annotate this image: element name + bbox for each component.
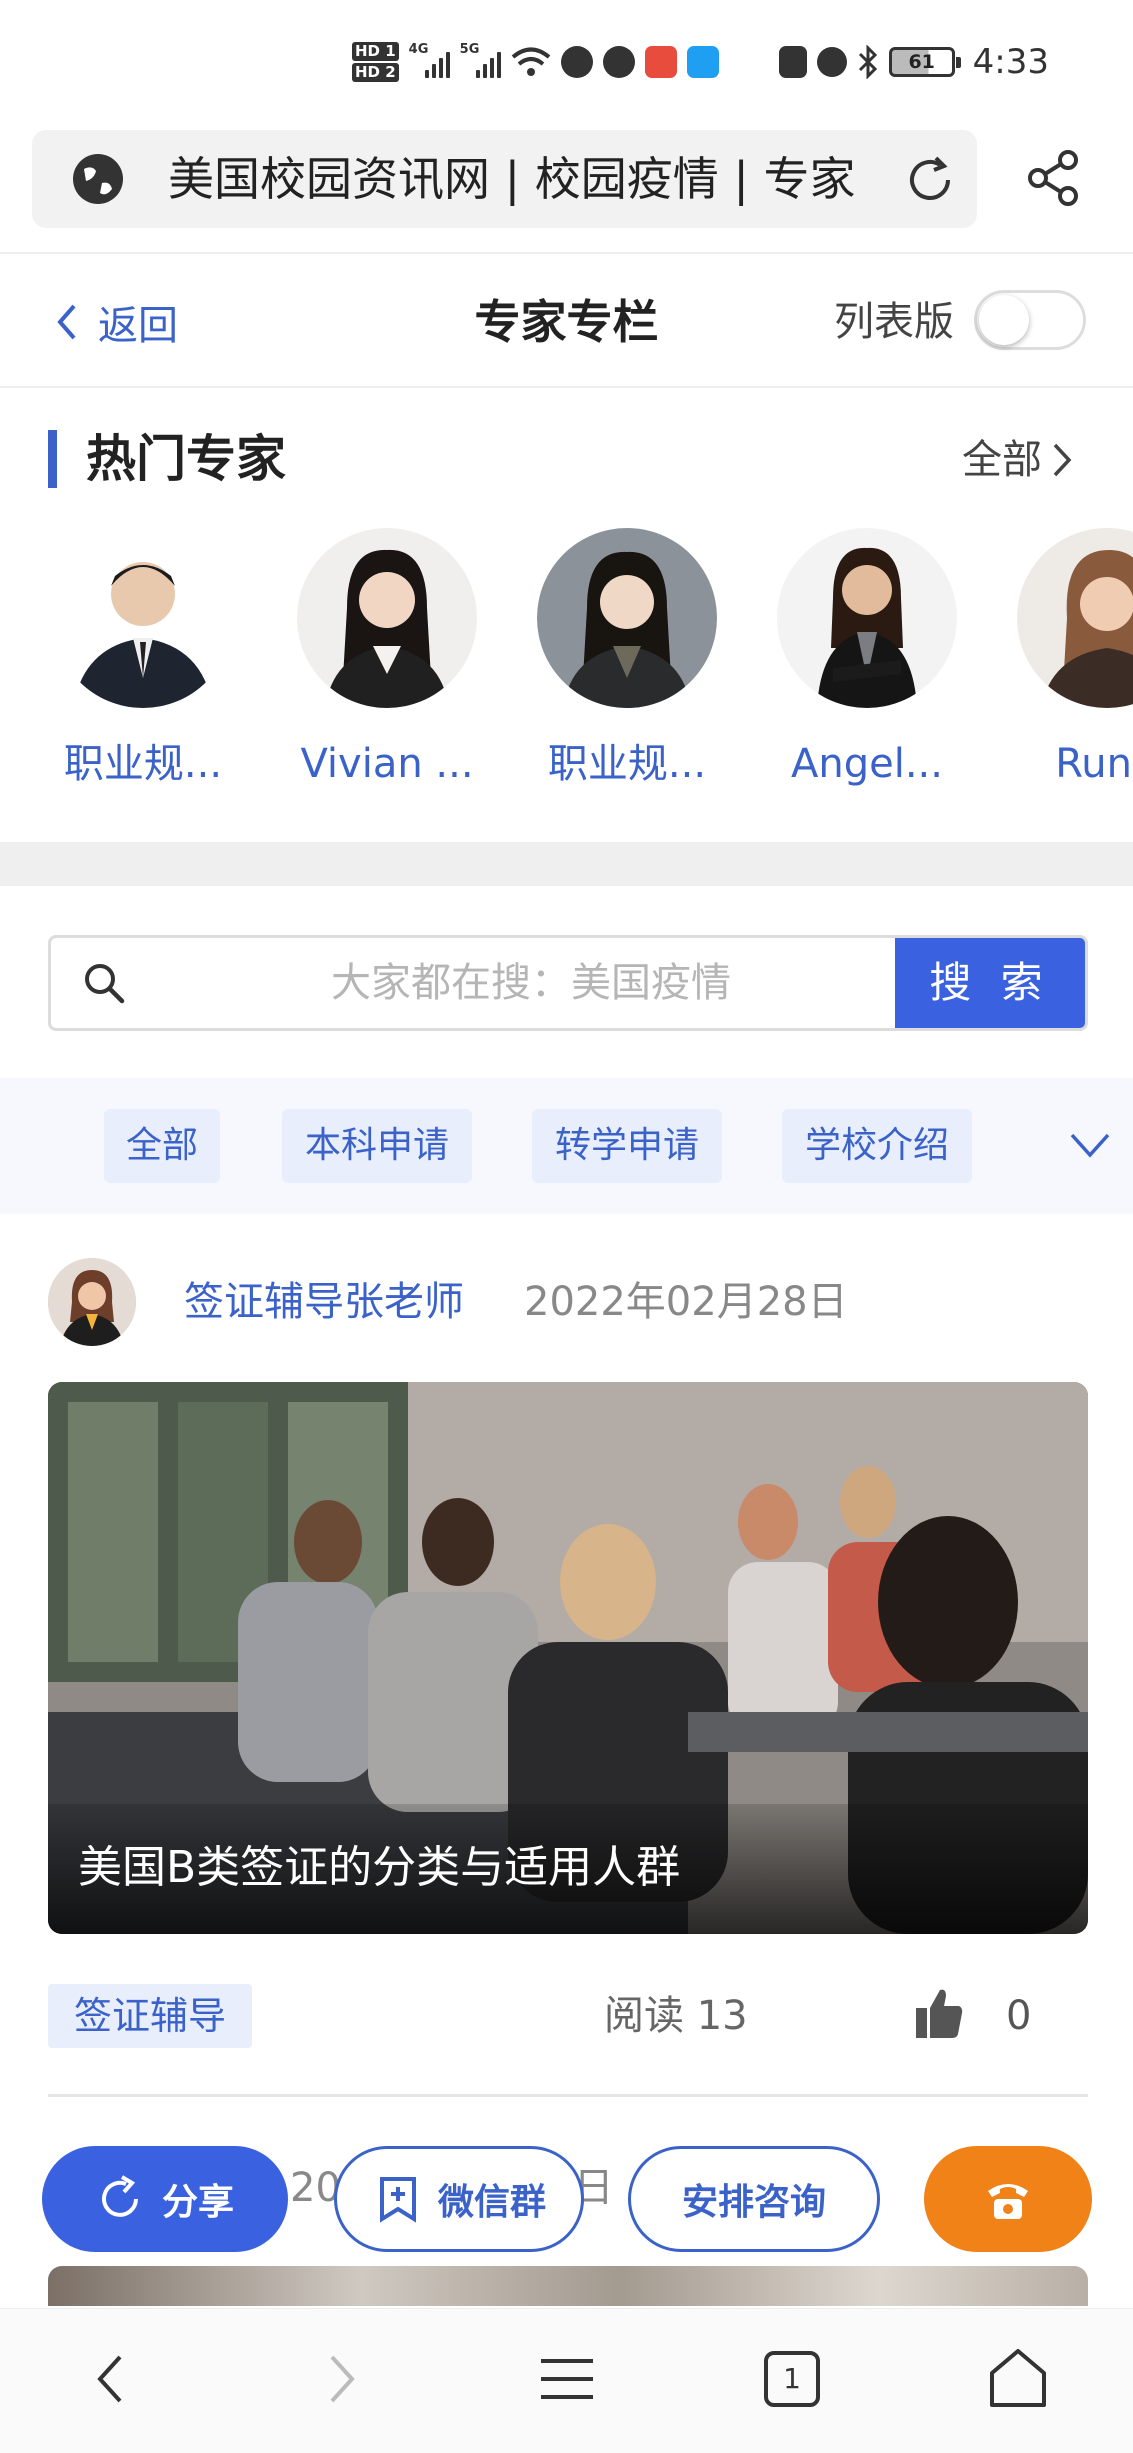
wifi-icon — [511, 47, 550, 76]
bluetooth-icon — [858, 45, 877, 79]
hd2-label: HD 2 — [352, 63, 399, 82]
author-name[interactable]: 签证辅导张老师 — [184, 1274, 464, 1330]
expert-name: 职业规... — [63, 741, 223, 787]
view-all-link[interactable]: 全部 — [962, 432, 1074, 488]
consult-label: 安排咨询 — [681, 2182, 826, 2223]
list-mode-toggle[interactable] — [974, 290, 1086, 350]
tabs-button[interactable]: 1 — [752, 2339, 832, 2419]
net2-label: 5G — [459, 42, 480, 57]
address-bar[interactable]: 美国校园资讯网 | 校园疫情 | 专家 — [32, 130, 977, 228]
avatar — [537, 528, 717, 708]
read-count: 阅读 13 — [604, 1986, 748, 2046]
chevron-left-icon — [57, 304, 76, 340]
avatar — [777, 528, 957, 708]
article-cover-image[interactable]: 美国B类签证的分类与适用人群 — [48, 1382, 1088, 1934]
signal-5g-icon: 5G — [460, 42, 501, 78]
hd-indicator: HD 1 HD 2 — [352, 41, 399, 83]
bookmark-add-icon — [379, 2177, 416, 2223]
article-title[interactable]: 美国B类签证的分类与适用人群 — [78, 1840, 680, 1896]
schedule-consult-button[interactable]: 安排咨询 — [628, 2146, 880, 2252]
expert-card[interactable]: Runti — [1012, 528, 1133, 792]
back-label: 返回 — [98, 303, 178, 349]
wechat-group-button[interactable]: 微信群 — [334, 2146, 584, 2252]
section-title: 热门专家 — [86, 430, 286, 488]
article-card[interactable]: 签证辅导张老师 2022年02月28日 美国B类签证的分类与适用人群 签证辅导 … — [0, 1214, 1133, 2097]
list-mode-label: 列表版 — [834, 299, 954, 345]
nfc-icon — [778, 46, 807, 78]
page-header: 返回 专家专栏 列表版 — [0, 252, 1133, 388]
phone-call-button[interactable] — [924, 2146, 1092, 2252]
status-bar: HD 1 HD 2 4G 5G 61 4:33 — [0, 0, 1133, 120]
expert-carousel[interactable]: 职业规... Vivian ... 职业规... Angel... Runti — [0, 528, 1133, 818]
hd1-label: HD 1 — [352, 42, 399, 61]
search-app-icon — [686, 46, 719, 78]
red-app-icon — [644, 46, 677, 78]
alarm-icon — [816, 47, 847, 77]
back-arrow-icon[interactable] — [72, 2339, 152, 2419]
like-count: 0 — [1006, 1993, 1032, 2039]
tab-school-intro[interactable]: 学校介绍 — [782, 1109, 972, 1183]
tab-undergrad-application[interactable]: 本科申请 — [282, 1109, 472, 1183]
thumbs-up-icon[interactable] — [914, 1986, 964, 2040]
section-separator — [0, 842, 1133, 886]
menu-icon[interactable] — [527, 2339, 607, 2419]
section-accent-bar — [48, 430, 57, 488]
category-tabs: 全部 本科申请 转学申请 学校介绍 — [0, 1078, 1133, 1214]
tab-all[interactable]: 全部 — [104, 1109, 220, 1183]
chevron-down-icon[interactable] — [1068, 1123, 1112, 1167]
toggle-knob — [979, 295, 1029, 345]
read-label: 阅读 — [604, 1993, 684, 2039]
expert-name: Vivian ... — [300, 741, 474, 787]
author-avatar[interactable] — [48, 1258, 136, 1346]
battery-icon: 61 — [888, 47, 961, 77]
signal-4g-icon: 4G — [409, 42, 450, 78]
status-icons: HD 1 HD 2 4G 5G 61 4:33 — [352, 38, 1049, 86]
read-count-value: 13 — [696, 1993, 748, 2039]
expert-card[interactable]: 职业规... — [48, 528, 238, 792]
forward-arrow-icon[interactable] — [300, 2339, 380, 2419]
expert-card[interactable]: Angel... — [772, 528, 962, 792]
share-label: 分享 — [161, 2182, 234, 2223]
home-icon[interactable] — [978, 2339, 1058, 2419]
clock: 4:33 — [972, 42, 1050, 82]
battery-level: 61 — [908, 51, 935, 73]
expert-name: Angel... — [791, 741, 943, 787]
net1-label: 4G — [408, 42, 429, 57]
avatar — [1017, 528, 1133, 708]
expert-card[interactable]: Vivian ... — [292, 528, 482, 792]
share-button[interactable]: 分享 — [42, 2146, 288, 2252]
hot-experts-section: 热门专家 全部 职业规... Vivian ... 职业规... Angel..… — [0, 390, 1133, 842]
hand-app-icon — [602, 46, 635, 78]
divider — [48, 2094, 1088, 2097]
next-article-image[interactable] — [48, 2266, 1088, 2306]
tab-count: 1 — [783, 2362, 801, 2395]
article-tag[interactable]: 签证辅导 — [48, 1984, 253, 2048]
expert-name: 职业规... — [547, 741, 707, 787]
phone-icon — [988, 2184, 1028, 2219]
reload-icon[interactable] — [902, 152, 958, 208]
post-date: 2022年02月28日 — [524, 1279, 848, 1325]
search-button[interactable]: 搜 索 — [895, 938, 1085, 1028]
tab-transfer-application[interactable]: 转学申请 — [532, 1109, 722, 1183]
expert-card[interactable]: 职业规... — [532, 528, 722, 792]
search-icon — [85, 964, 125, 1004]
avatar — [53, 528, 233, 708]
avatar — [297, 528, 477, 708]
share-arrow-icon — [102, 2175, 138, 2217]
view-all-label: 全部 — [962, 437, 1042, 483]
share-icon[interactable] — [1022, 146, 1086, 210]
search-input[interactable] — [171, 938, 891, 1028]
basketball-app-icon — [560, 46, 593, 78]
expert-name: Runti — [1055, 741, 1133, 787]
chevron-right-icon — [1053, 443, 1072, 477]
browser-bottom-nav: 1 — [0, 2308, 1133, 2453]
wechat-label: 微信群 — [437, 2182, 546, 2223]
address-text[interactable]: 美国校园资讯网 | 校园疫情 | 专家 — [168, 130, 898, 228]
search-bar: 搜 索 — [48, 935, 1088, 1031]
globe-icon — [73, 154, 123, 204]
back-button[interactable]: 返回 — [52, 294, 178, 350]
